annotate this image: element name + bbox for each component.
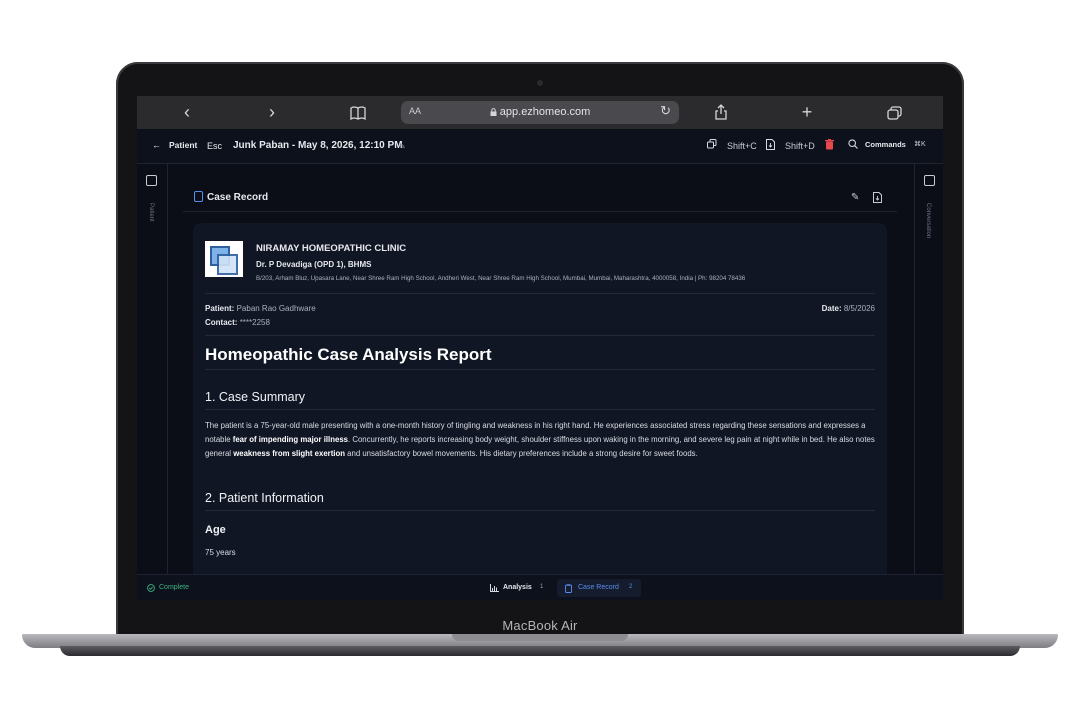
patient-sidebar-collapsed[interactable]: Patient xyxy=(137,163,168,574)
download-icon[interactable] xyxy=(873,192,882,206)
share-icon[interactable] xyxy=(706,96,736,129)
edit-title-icon[interactable]: ✎ xyxy=(399,142,406,151)
clinic-logo xyxy=(205,241,243,277)
trash-icon[interactable] xyxy=(825,139,834,152)
case-record-panel: Case Record ✎ NIRAMAY HOMEOPATHIC CLINIC… xyxy=(183,163,897,574)
search-icon[interactable] xyxy=(848,139,858,151)
divider xyxy=(205,369,875,370)
url-text: app.ezhomeo.com xyxy=(401,106,679,118)
copy-shortcut: Shift+C xyxy=(727,141,757,151)
clipboard-icon xyxy=(194,191,203,202)
divider xyxy=(205,510,875,511)
divider xyxy=(205,409,875,410)
doctor-name: Dr. P Devadiga (OPD 1), BHMS xyxy=(256,260,372,269)
age-value: 75 years xyxy=(205,548,236,557)
page-title: Junk Paban - May 8, 2026, 12:10 PM xyxy=(233,140,403,151)
tab-case-record-label[interactable]: Case Record xyxy=(578,584,619,591)
status-badge: Complete xyxy=(159,584,189,591)
export-document-icon[interactable] xyxy=(766,139,775,152)
case-summary-text: The patient is a 75-year-old male presen… xyxy=(205,421,875,458)
clinic-name: NIRAMAY HOMEOPATHIC CLINIC xyxy=(256,243,407,254)
patient-rail-label: Patient xyxy=(148,203,154,222)
complete-check-icon xyxy=(147,584,155,593)
new-tab-icon[interactable]: + xyxy=(792,96,822,129)
copy-icon[interactable] xyxy=(707,139,717,151)
age-heading: Age xyxy=(205,524,226,536)
laptop-base-shadow xyxy=(60,646,1020,656)
patient-contact-row: Contact: ****2258 xyxy=(205,318,270,327)
reload-icon[interactable]: ↻ xyxy=(660,103,671,119)
report-title: Homeopathic Case Analysis Report xyxy=(205,345,492,364)
divider xyxy=(205,293,875,294)
sidebar-toggle-icon[interactable] xyxy=(924,175,935,186)
arrow-left-icon[interactable]: ← xyxy=(152,140,161,150)
laptop-notch xyxy=(452,634,628,641)
screen: ‹ › AA app.ezhomeo.com ↻ + ← Patient Esc… xyxy=(137,96,943,600)
back-to-patient-link[interactable]: Patient xyxy=(169,140,197,150)
tab-analysis-count: 1 xyxy=(540,584,544,590)
section-case-summary-heading: 1. Case Summary xyxy=(205,390,306,404)
edit-icon[interactable]: ✎ xyxy=(851,192,859,203)
case-document: NIRAMAY HOMEOPATHIC CLINIC Dr. P Devadig… xyxy=(193,223,887,574)
esc-shortcut: Esc xyxy=(207,141,223,151)
export-shortcut: Shift+D xyxy=(785,141,815,151)
divider xyxy=(205,335,875,336)
bookmarks-icon[interactable] xyxy=(343,96,373,129)
commands-shortcut: ⌘K xyxy=(914,141,926,148)
conversation-sidebar-collapsed[interactable]: Conversation xyxy=(914,163,943,574)
lock-icon xyxy=(490,108,497,116)
commands-button[interactable]: Commands xyxy=(865,140,906,149)
report-date-row: Date: 8/5/2026 xyxy=(821,304,875,313)
laptop-brand: MacBook Air xyxy=(502,618,578,633)
clipboard-icon xyxy=(565,584,572,595)
app-header: ← Patient Esc Junk Paban - May 8, 2026, … xyxy=(137,129,943,164)
conversation-rail-label: Conversation xyxy=(925,203,931,239)
sidebar-toggle-icon[interactable] xyxy=(146,175,157,186)
patient-name-row: Patient: Paban Rao Gadhware xyxy=(205,304,316,313)
clinic-address: B/203, Arham Bluz, Upasara Lane, Near Sh… xyxy=(256,275,746,282)
back-icon[interactable]: ‹ xyxy=(172,96,202,129)
camera-icon xyxy=(537,80,543,86)
address-bar[interactable]: AA app.ezhomeo.com ↻ xyxy=(401,101,679,124)
case-record-title: Case Record xyxy=(207,192,269,203)
tab-case-record-count: 2 xyxy=(629,584,633,590)
tab-analysis[interactable]: Analysis xyxy=(503,584,532,591)
bar-chart-icon xyxy=(490,584,499,594)
case-record-header: Case Record ✎ xyxy=(183,163,897,212)
section-patient-info-heading: 2. Patient Information xyxy=(205,491,324,505)
forward-icon[interactable]: › xyxy=(257,96,287,129)
status-bar: Complete Analysis 1 Case Record 2 xyxy=(137,574,943,600)
tabs-overview-icon[interactable] xyxy=(879,96,909,129)
browser-toolbar: ‹ › AA app.ezhomeo.com ↻ + xyxy=(137,96,943,129)
